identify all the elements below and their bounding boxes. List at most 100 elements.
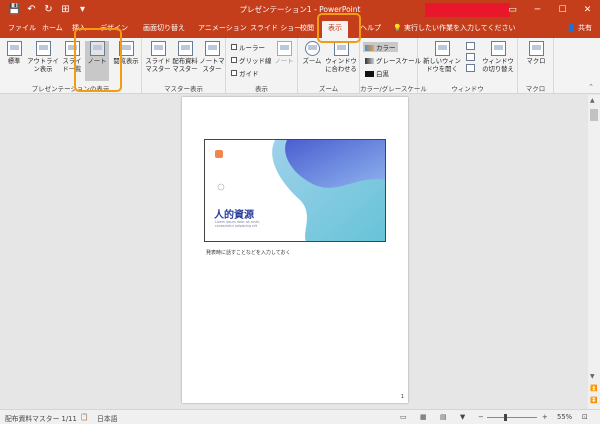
slideshow-status-icon[interactable]: ▼ (460, 413, 465, 421)
slide-master-label: スライドマスター (145, 58, 171, 73)
fit-window-icon (333, 41, 349, 56)
handout-master-button[interactable]: 配布資料マスター (171, 41, 199, 73)
ruler-box (231, 44, 237, 50)
slide-logo-icon (215, 150, 223, 158)
fit-to-window-button[interactable]: ウィンドウに合わせる (323, 41, 359, 73)
ruler-label: ルーラー (239, 44, 265, 52)
slide-title: 人的資源 (214, 210, 254, 221)
guides-box (231, 70, 237, 76)
language-indicator[interactable]: 日本語 (97, 413, 117, 423)
black-white-swatch-icon (365, 71, 374, 77)
group-label-master-views: マスター表示 (164, 85, 203, 93)
black-white-button[interactable]: 白黒 (365, 68, 389, 78)
notes-page: 人的資源 Lorem ipsum dolor sit amet, consect… (182, 97, 408, 403)
fit-slide-icon[interactable]: ⊡ (582, 413, 588, 421)
group-label-show: 表示 (255, 85, 268, 93)
ruler-checkbox[interactable]: ルーラー (231, 42, 265, 52)
highlight-notes-button (74, 28, 122, 92)
next-slide-icon[interactable]: ⏬ (590, 397, 597, 404)
guides-checkbox[interactable]: ガイド (231, 68, 259, 78)
group-zoom: ズーム ウィンドウに合わせる ズーム (298, 38, 360, 94)
slide-subtitle-line2: consectetur adipiscing elit (215, 224, 258, 228)
color-button[interactable]: カラー (363, 42, 398, 52)
maximize-icon[interactable]: ☐ (550, 0, 575, 20)
notes-toggle-icon (276, 41, 292, 56)
notes-master-icon (204, 41, 220, 56)
zoom-label: ズーム (302, 58, 322, 65)
color-swatch-icon (365, 45, 374, 51)
tab-animations[interactable]: アニメーション (198, 23, 247, 33)
macros-button[interactable]: マクロ (522, 41, 550, 66)
tab-help[interactable]: ヘルプ (360, 23, 381, 33)
new-window-icon (434, 41, 450, 56)
grayscale-button[interactable]: グレースケール (365, 55, 421, 65)
zoom-level[interactable]: 55% (557, 413, 572, 421)
redacted-account (425, 3, 510, 17)
black-white-label: 白黒 (376, 70, 389, 78)
switch-windows-icon (490, 41, 506, 56)
notes-master-button[interactable]: ノートマスター (199, 41, 225, 73)
zoom-out-icon[interactable]: − (478, 413, 484, 421)
slide-subtitle: Lorem ipsum dolor sit amet, consectetur … (215, 220, 260, 228)
cascade-icon[interactable] (466, 53, 475, 61)
tab-home[interactable]: ホーム (42, 23, 63, 33)
highlight-view-tab (317, 13, 361, 43)
scroll-down-icon[interactable]: ▼ (590, 373, 595, 380)
previous-slide-icon[interactable]: ⏫ (590, 385, 597, 392)
switch-windows-button[interactable]: ウィンドウの切り替え (480, 41, 516, 73)
handout-master-label: 配布資料マスター (172, 58, 198, 73)
notes-placeholder[interactable]: 発表時に話すことなどを入力しておく (206, 249, 291, 256)
new-window-button[interactable]: 新しいウィンドウを開く (422, 41, 462, 73)
reading-view-status-icon[interactable]: ▤ (440, 413, 446, 421)
notes-toggle-button[interactable]: ノート (273, 41, 295, 66)
gridlines-checkbox[interactable]: グリッド線 (231, 55, 272, 65)
normal-view-button[interactable]: 標準 (4, 41, 24, 66)
tell-me-search[interactable]: 💡 実行したい作業を入力してください (393, 23, 516, 33)
slide-thumbnail[interactable]: 人的資源 Lorem ipsum dolor sit amet, consect… (204, 139, 386, 242)
guides-label: ガイド (239, 70, 259, 78)
close-icon[interactable]: ✕ (575, 0, 600, 20)
outline-view-label: アウトライン表示 (27, 58, 59, 73)
page-number: 1 (400, 394, 404, 400)
tab-slideshow[interactable]: スライド ショー (250, 23, 301, 33)
zoom-button[interactable]: ズーム (301, 41, 323, 66)
share-button[interactable]: 👤 共有 (567, 23, 592, 33)
window-controls: ▭ ─ ☐ ✕ (500, 0, 600, 20)
group-label-zoom: ズーム (318, 85, 339, 93)
group-window: 新しいウィンドウを開く ウィンドウの切り替え ウィンドウ (418, 38, 518, 94)
arrange-all-icon[interactable] (466, 42, 475, 50)
normal-view-status-icon[interactable]: ▭ (400, 413, 406, 421)
slide-sorter-status-icon[interactable]: ▦ (420, 413, 426, 421)
tab-file[interactable]: ファイル (8, 23, 36, 33)
group-label-macro: マクロ (525, 85, 546, 93)
tab-transitions[interactable]: 画面切り替え (143, 23, 185, 33)
notes-master-label: ノートマスター (199, 58, 225, 73)
switch-windows-label: ウィンドウの切り替え (482, 58, 514, 73)
group-master-views: スライドマスター 配布資料マスター ノートマスター マスター表示 (142, 38, 226, 94)
group-label-window: ウィンドウ (451, 85, 484, 93)
gridlines-box (231, 57, 237, 63)
move-split-icon[interactable] (466, 64, 475, 72)
slide-indicator: 配布資料マスター 1/11 (5, 415, 77, 423)
outline-view-button[interactable]: アウトライン表示 (26, 41, 60, 73)
normal-view-label: 標準 (7, 58, 21, 65)
status-bar: 配布資料マスター 1/11 📋 日本語 ▭ ▦ ▤ ▼ − + 55% ⊡ (0, 409, 600, 424)
macros-label: マクロ (526, 58, 546, 65)
ribbon-display-icon[interactable]: ▭ (500, 0, 525, 20)
collapse-ribbon-icon[interactable]: ⌃ (588, 83, 594, 91)
zoom-slider[interactable] (487, 414, 537, 421)
minimize-icon[interactable]: ─ (525, 0, 550, 20)
new-window-label: 新しいウィンドウを開く (423, 58, 461, 73)
handout-master-icon (177, 41, 193, 56)
zoom-in-icon[interactable]: + (542, 413, 548, 421)
scroll-up-icon[interactable]: ▲ (590, 97, 595, 104)
spellcheck-icon[interactable]: 📋 (80, 413, 88, 421)
group-macro: マクロ マクロ (518, 38, 554, 94)
grayscale-swatch-icon (365, 58, 374, 64)
tab-review[interactable]: 校閲 (300, 23, 314, 33)
grayscale-label: グレースケール (376, 57, 422, 65)
slide-master-button[interactable]: スライドマスター (145, 41, 171, 73)
vertical-scrollbar[interactable]: ▲ ▼ ⏫ ⏬ (588, 95, 600, 409)
zoom-slider-knob[interactable] (504, 414, 507, 421)
scroll-thumb[interactable] (590, 109, 598, 121)
